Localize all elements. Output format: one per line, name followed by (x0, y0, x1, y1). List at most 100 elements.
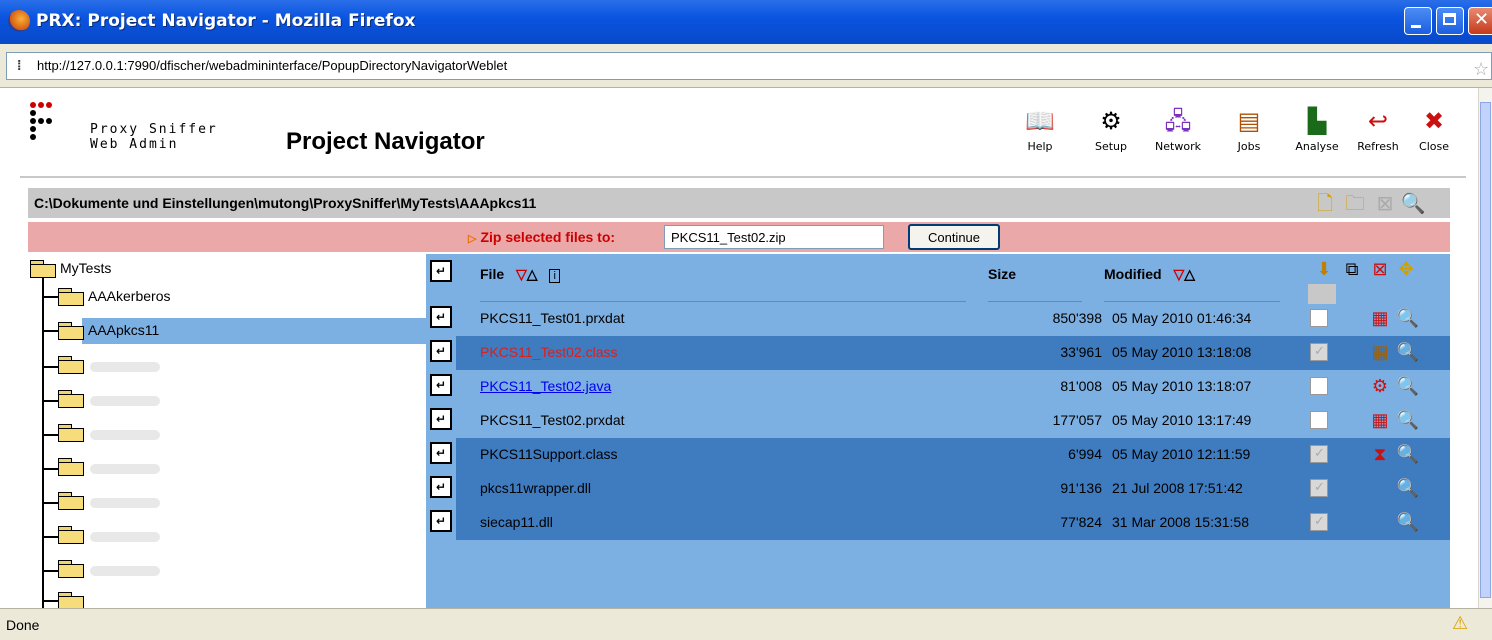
folder-icon[interactable] (58, 560, 84, 578)
row-select-icon[interactable]: ↵ (430, 306, 452, 328)
url-text[interactable]: http://127.0.0.1:7990/dfischer/webadmini… (37, 58, 507, 73)
load-test-icon[interactable]: ▦ (1368, 408, 1392, 432)
chart-icon: ▙ (1307, 107, 1327, 135)
search-folder-icon[interactable]: 🔍 (1400, 190, 1426, 216)
close-icon: ✖ (1423, 107, 1445, 135)
continue-button[interactable]: Continue (908, 224, 1000, 250)
folder-icon[interactable] (58, 356, 84, 374)
folder-icon[interactable] (58, 526, 84, 544)
folder-open-icon (58, 322, 84, 340)
row-checkbox[interactable] (1310, 411, 1328, 429)
row-checkbox[interactable] (1310, 309, 1328, 327)
network-icon: 🖧 (1164, 107, 1192, 135)
table-row[interactable]: pkcs11wrapper.dll 91'136 21 Jul 2008 17:… (456, 472, 1450, 506)
compile-icon[interactable]: ⚙ (1368, 374, 1392, 398)
folder-icon[interactable] (58, 458, 84, 476)
row-checkbox (1310, 513, 1328, 531)
file-table: ↵ File ▽△ i Size Modified ▽△ ⬇ ⧉ ⊠ ✥ ↵ P… (426, 254, 1450, 608)
size-header: Size (988, 266, 1017, 282)
blurred-label (90, 566, 160, 576)
firefox-icon (8, 10, 30, 32)
view-icon[interactable]: 🔍 (1396, 340, 1420, 364)
table-row[interactable]: PKCS11_Test02.class 33'961 05 May 2010 1… (456, 336, 1450, 370)
info-icon[interactable]: i (549, 269, 560, 283)
table-row[interactable]: PKCS11_Test02.prxdat 177'057 05 May 2010… (456, 404, 1450, 438)
view-icon[interactable]: 🔍 (1396, 374, 1420, 398)
view-icon[interactable]: 🔍 (1396, 306, 1420, 330)
job-icon[interactable]: ▦ (1368, 340, 1392, 364)
view-icon[interactable]: 🔍 (1396, 510, 1420, 534)
row-select-icon[interactable]: ↵ (430, 408, 452, 430)
row-select-icon[interactable]: ↵ (430, 510, 452, 532)
view-icon[interactable]: 🔍 (1396, 442, 1420, 466)
jobs-icon: ▤ (1237, 107, 1261, 135)
directory-tree: MyTests AAAkerberos AAApkcs11 (28, 254, 426, 608)
brand-line1: Proxy Sniffer (90, 122, 218, 137)
close-button[interactable]: ✖ Close (1412, 106, 1456, 153)
analyse-button[interactable]: ▙ Analyse (1286, 106, 1348, 153)
zip-label: ▷ Zip selected files to: (468, 229, 616, 245)
sort-desc-icon[interactable]: ▽ (1173, 266, 1184, 282)
zip-filename-input[interactable] (664, 225, 884, 249)
folder-icon[interactable] (58, 492, 84, 510)
blurred-label (90, 396, 160, 406)
tree-line (42, 278, 44, 608)
delete-icon[interactable]: ⊠ (1368, 258, 1392, 282)
vertical-scrollbar[interactable] (1478, 88, 1492, 608)
row-select-icon[interactable]: ↵ (430, 340, 452, 362)
minimize-button[interactable] (1404, 7, 1432, 35)
file-header[interactable]: File ▽△ i (480, 266, 560, 304)
row-select-icon[interactable]: ↵ (430, 374, 452, 396)
address-bar-area: ⁞ http://127.0.0.1:7990/dfischer/webadmi… (0, 44, 1492, 88)
modified-header[interactable]: Modified ▽△ (1104, 266, 1195, 304)
blurred-label (90, 362, 160, 372)
select-all-icon[interactable]: ↵ (430, 260, 452, 282)
setup-button[interactable]: ⚙ Setup (1088, 106, 1134, 153)
table-row[interactable]: PKCS11_Test02.java 81'008 05 May 2010 13… (456, 370, 1450, 404)
window-title: PRX: Project Navigator - Mozilla Firefox (36, 11, 416, 31)
brand-line2: Web Admin (90, 137, 179, 152)
view-icon[interactable]: 🔍 (1396, 408, 1420, 432)
copy-icon[interactable]: ⧉ (1340, 258, 1364, 282)
row-checkbox (1310, 343, 1328, 361)
blurred-label (90, 430, 160, 440)
page-content: Proxy Sniffer Web Admin Project Navigato… (0, 88, 1478, 608)
sort-desc-icon[interactable]: ▽ (516, 266, 527, 282)
sort-asc-icon[interactable]: △ (1184, 266, 1195, 282)
network-button[interactable]: 🖧 Network (1148, 106, 1208, 153)
warning-icon[interactable]: ⚠ (1452, 613, 1468, 634)
row-checkbox[interactable] (1310, 377, 1328, 395)
load-test-icon[interactable]: ▦ (1368, 306, 1392, 330)
row-select-icon[interactable]: ↵ (430, 476, 452, 498)
current-path: C:\Dokumente und Einstellungen\mutong\Pr… (34, 195, 537, 211)
table-row[interactable]: PKCS11Support.class 6'994 05 May 2010 12… (456, 438, 1450, 472)
maximize-button[interactable] (1436, 7, 1464, 35)
table-row[interactable]: PKCS11_Test01.prxdat 850'398 05 May 2010… (456, 302, 1450, 336)
scroll-thumb[interactable] (1480, 102, 1491, 598)
folder-icon[interactable] (58, 390, 84, 408)
jobs-button[interactable]: ▤ Jobs (1230, 106, 1268, 153)
delete-disabled-icon: ⊠ (1376, 191, 1394, 215)
sort-asc-icon[interactable]: △ (527, 266, 538, 282)
new-file-icon[interactable]: 🗋 (1312, 190, 1338, 216)
download-icon[interactable]: ⬇ (1312, 258, 1336, 282)
row-checkbox (1310, 445, 1328, 463)
file-link[interactable]: PKCS11_Test02.java (480, 378, 611, 394)
window-titlebar[interactable]: PRX: Project Navigator - Mozilla Firefox (0, 0, 1492, 44)
trace-icon[interactable]: ⧗ (1368, 442, 1392, 466)
gear-icon: ⚙ (1100, 107, 1122, 135)
help-button[interactable]: 📖 Help (1020, 106, 1060, 153)
row-select-icon[interactable]: ↵ (430, 442, 452, 464)
refresh-button[interactable]: ↩ Refresh (1350, 106, 1406, 153)
folder-icon[interactable] (58, 592, 84, 608)
blurred-label (90, 532, 160, 542)
new-folder-icon[interactable]: 🗀 (1342, 190, 1368, 216)
view-icon[interactable]: 🔍 (1396, 476, 1420, 500)
close-window-button[interactable] (1468, 7, 1492, 35)
table-row[interactable]: siecap11.dll 77'824 31 Mar 2008 15:31:58… (456, 506, 1450, 540)
expand-icon[interactable]: ✥ (1394, 258, 1418, 282)
bookmark-star-icon[interactable]: ☆ (1473, 59, 1489, 80)
folder-icon[interactable] (58, 424, 84, 442)
brand-text: Proxy Sniffer Web Admin (90, 122, 218, 152)
url-field[interactable]: ⁞ http://127.0.0.1:7990/dfischer/webadmi… (6, 52, 1492, 80)
